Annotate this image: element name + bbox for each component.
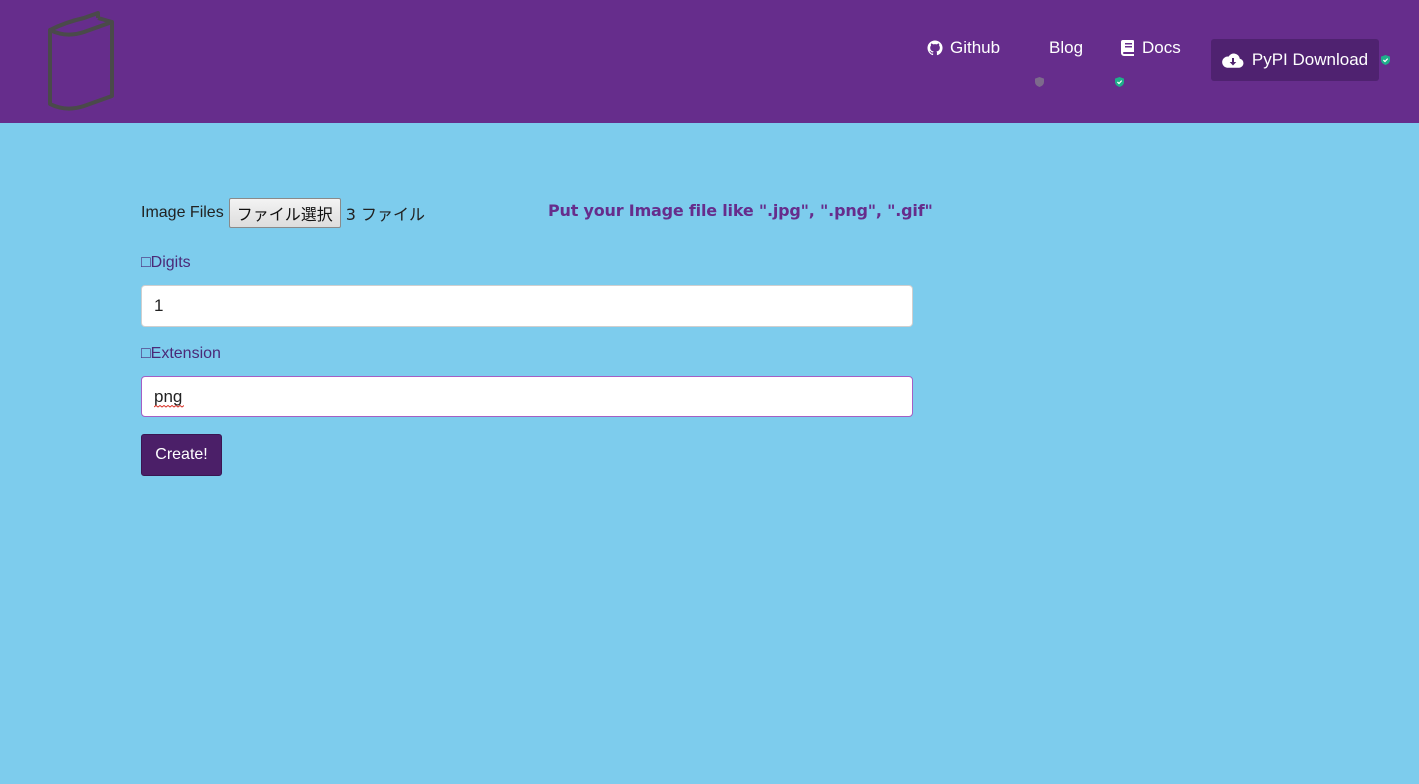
shield-check-icon: [1381, 55, 1390, 65]
extension-input[interactable]: [141, 376, 913, 417]
nav-docs-label: Docs: [1142, 38, 1181, 57]
book-icon: [1121, 40, 1134, 56]
digits-label: □Digits: [141, 254, 191, 271]
pypi-download-label: PyPI Download: [1251, 50, 1369, 69]
nav-docs-link[interactable]: Docs: [1121, 36, 1181, 60]
navbar: Github Blog Docs PyPI Download: [0, 0, 1419, 123]
file-count-status: 3 ファイル: [345, 204, 425, 224]
nav-github-link[interactable]: Github: [927, 36, 1000, 60]
file-upload-row: Image Files ファイル選択 3 ファイル: [141, 197, 425, 228]
pypi-download-button[interactable]: PyPI Download: [1211, 39, 1379, 81]
shield-check-icon: [1115, 77, 1124, 87]
file-select-button[interactable]: ファイル選択: [228, 197, 341, 228]
spellcheck-underline: [154, 405, 184, 408]
cloud-download-icon: [1222, 53, 1244, 68]
nav-github-label: Github: [950, 38, 1001, 57]
nav-blog-label: Blog: [1049, 38, 1084, 57]
extension-label: □Extension: [141, 345, 221, 362]
digits-input[interactable]: [141, 285, 913, 327]
nav-blog-link[interactable]: Blog: [1049, 36, 1083, 60]
image-files-label: Image Files: [141, 203, 224, 221]
shield-badge-icon: [1035, 77, 1044, 87]
file-format-hint: Put your Image file like ".jpg", ".png",…: [548, 201, 933, 220]
create-button[interactable]: Create!: [141, 434, 222, 476]
book-logo-icon[interactable]: [44, 8, 118, 112]
github-icon: [927, 40, 943, 56]
